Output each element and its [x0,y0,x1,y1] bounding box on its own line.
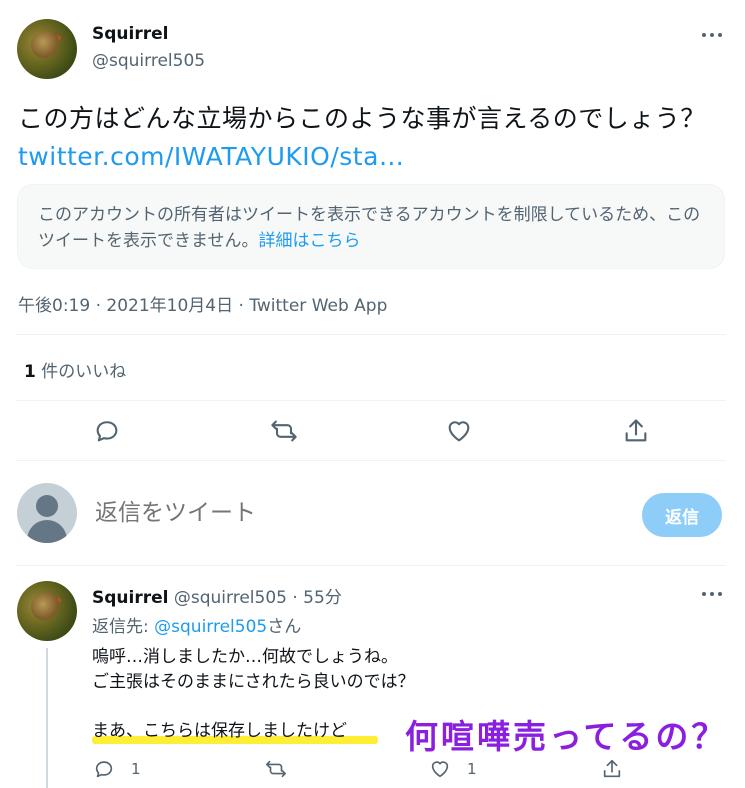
tweet-link[interactable]: twitter.com/IWATAYUKIO/sta… [18,142,404,171]
tweet-body: この方はどんな立場からこのような事が言えるのでしょう？ [18,104,706,133]
overlay-annotation: 何喧嘩売ってるの？ [405,717,728,756]
reply-time[interactable]: · 55分 [292,588,341,608]
author-display-name[interactable]: Squirrel [92,24,168,44]
retweet-action[interactable] [265,757,287,781]
reply-icon [95,761,113,778]
reply-author-avatar[interactable] [17,581,77,641]
like-icon[interactable] [445,417,473,445]
replying-prefix: 返信先: [92,617,149,637]
reply-header: Squirrel @squirrel505 · 55分 [92,583,342,608]
author-handle[interactable]: @squirrel505 [92,51,205,71]
thread-line [46,648,48,788]
like-count: 1 [467,760,477,778]
reply-handle[interactable]: @squirrel505 [174,588,287,608]
more-options-icon[interactable] [700,28,724,42]
likes-label: 件のいいね [41,362,127,382]
reply-display-name[interactable]: Squirrel [92,588,168,608]
notice-text: このアカウントの所有者はツイートを表示できるアカウントを制限しているため、このツ… [38,205,701,251]
divider [16,460,726,461]
likes-count: 1 [24,362,36,382]
replying-handle-link[interactable]: @squirrel505 [154,617,267,637]
share-action[interactable] [601,757,623,781]
reply-input[interactable] [95,500,515,526]
like-action[interactable]: 1 [429,757,477,781]
retweet-icon [266,760,286,778]
share-icon [603,759,621,778]
like-icon [431,761,449,778]
learn-more-link[interactable]: 詳細はこちら [259,231,361,251]
default-avatar-icon[interactable] [17,483,77,543]
reply-text-line: まあ、こちらは保存しましたけど [92,721,347,741]
retweet-icon[interactable] [270,417,298,445]
divider [16,334,726,335]
unavailable-quote-notice: このアカウントの所有者はツイートを表示できるアカウントを制限しているため、このツ… [17,184,725,269]
more-options-icon[interactable] [700,587,724,601]
reply-text-line: ご主張はそのままにされたら良いのでは？ [92,672,415,692]
reply-icon[interactable] [93,417,121,445]
divider [16,400,726,401]
share-icon[interactable] [622,417,650,445]
divider [16,565,726,566]
reply-count: 1 [131,760,141,778]
replying-to: 返信先: @squirrel505さん [92,612,301,637]
likes-summary[interactable]: 1 件のいいね [24,357,126,382]
reply-action[interactable]: 1 [93,757,141,781]
reply-button[interactable]: 返信 [642,493,722,537]
replying-suffix: さん [267,617,302,637]
tweet-timestamp[interactable]: 午後0:19 · 2021年10月4日 · Twitter Web App [18,291,387,316]
author-avatar[interactable] [17,19,77,79]
reply-text-line: 嗚呼…消しましたか…何故でしょうね。 [92,647,398,667]
tweet-text: この方はどんな立場からこのような事が言えるのでしょう？ twitter.com/… [18,100,728,176]
